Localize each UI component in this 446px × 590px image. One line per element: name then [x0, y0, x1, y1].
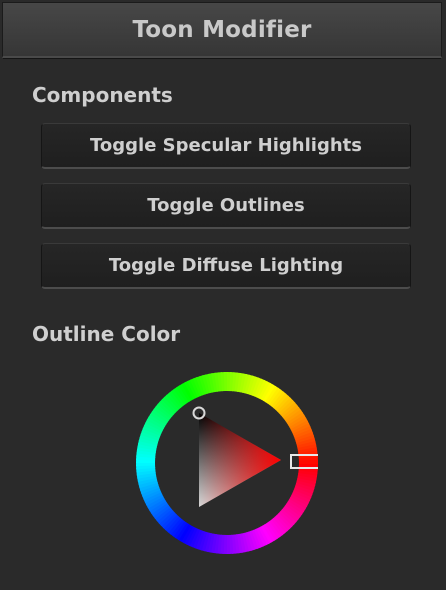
toggle-specular-highlights-button[interactable]: Toggle Specular Highlights [41, 123, 411, 169]
toon-modifier-panel: Toon Modifier Components Toggle Specular… [0, 0, 446, 590]
components-heading: Components [32, 83, 173, 107]
panel-title-bar: Toon Modifier [2, 2, 442, 59]
panel-title: Toon Modifier [132, 16, 312, 43]
color-wheel-picker[interactable] [136, 372, 318, 554]
outline-color-heading: Outline Color [32, 322, 181, 346]
saturation-value-triangle[interactable] [199, 413, 281, 507]
toggle-diffuse-lighting-button[interactable]: Toggle Diffuse Lighting [41, 243, 411, 289]
toggle-outlines-button[interactable]: Toggle Outlines [41, 183, 411, 229]
